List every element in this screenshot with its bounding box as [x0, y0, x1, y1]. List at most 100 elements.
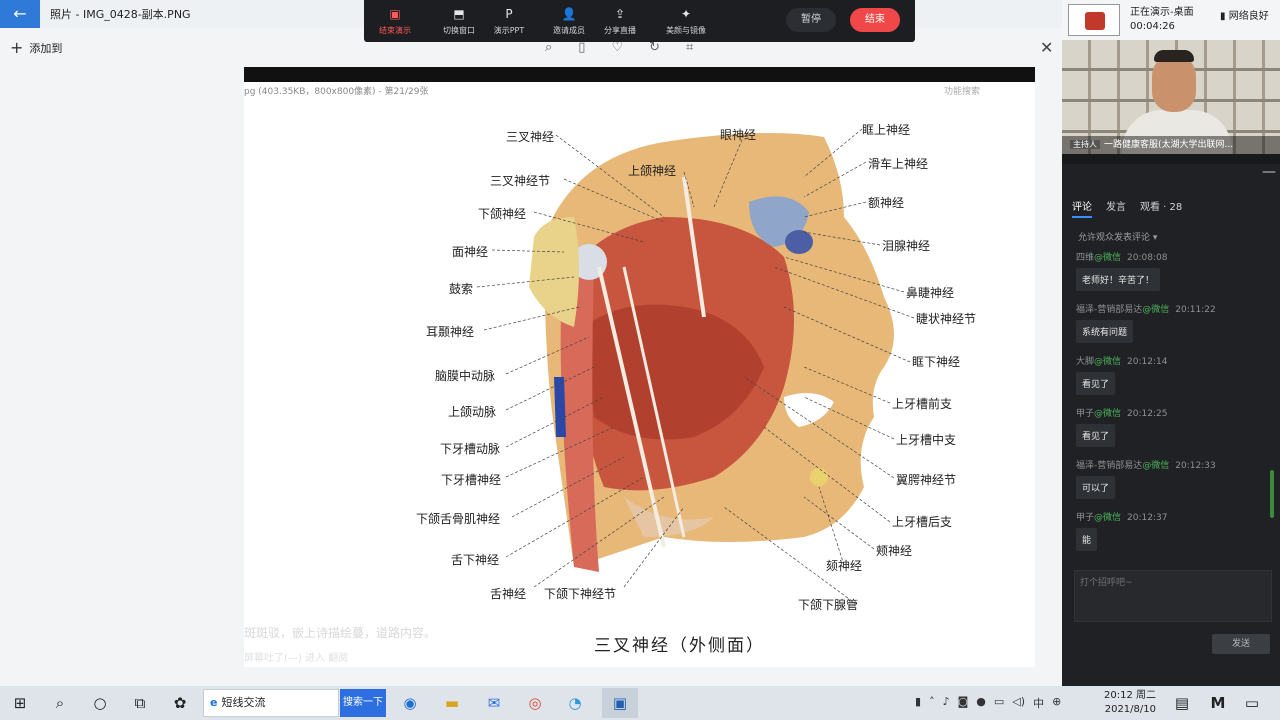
- end-demo-button[interactable]: ▣ 结束演示: [365, 6, 425, 36]
- folder-icon[interactable]: ▬: [440, 691, 464, 715]
- desktop: ← 照片 - IMG_0428-副本.PNG + 添加到 ⌕ ▯ ♡ ↻ ⌗ ✕…: [0, 0, 1280, 720]
- comment-author: 四维: [1076, 253, 1095, 263]
- demo-status-bar: 正在演示-桌面 00:04:26 ▮ 网络良好: [1062, 0, 1280, 40]
- host-name: 一路健康客服(太湖大学出联网...: [1104, 140, 1234, 150]
- chevron-up-icon[interactable]: ˄: [929, 695, 935, 711]
- search-icon[interactable]: ⌕: [48, 691, 72, 715]
- label-mandibular-nerve: 下颌神经: [478, 207, 527, 221]
- tab-comments[interactable]: 评论: [1072, 198, 1092, 218]
- app-tray-icon[interactable]: ●: [976, 695, 986, 711]
- ime-icon[interactable]: M: [1206, 691, 1230, 715]
- comment-channel: @微信: [1094, 357, 1122, 367]
- comment-scrollbar[interactable]: [1270, 470, 1274, 518]
- label-inferior-alveolar-nerve: 下牙槽神经: [441, 473, 502, 487]
- comment-channel: @微信: [1094, 513, 1122, 523]
- ie-icon: e: [210, 696, 218, 709]
- chrome-icon[interactable]: ◎: [523, 691, 547, 715]
- comment-meta: 甲子@微信 20:12:25: [1076, 406, 1272, 420]
- back-button[interactable]: ←: [0, 0, 40, 28]
- share-live-label: 分享直播: [604, 26, 636, 35]
- label-buccal-nerve: 颊神经: [876, 544, 913, 558]
- photos-window-title: 照片 - IMG_0428-副本.PNG: [50, 8, 191, 21]
- network-label: 网络良好: [1228, 11, 1269, 22]
- presenter-toolbar: ▣ 结束演示 ⬒ 切换窗口 P 演示PPT 👤 邀请成员 ⇪ 分享直播 ✦ 美颜…: [364, 0, 915, 42]
- battery-icon[interactable]: ▮: [915, 695, 921, 711]
- taskbar-search-button[interactable]: 搜索一下: [340, 689, 386, 717]
- label-lingual-nerve: 舌神经: [490, 587, 527, 601]
- zoom-icon[interactable]: ⌕: [545, 40, 552, 55]
- send-button[interactable]: 发送: [1212, 634, 1270, 654]
- crop-icon[interactable]: ⌗: [686, 40, 693, 55]
- screen-thumbnail[interactable]: [1068, 4, 1120, 36]
- tab-speak[interactable]: 发言: [1106, 198, 1126, 218]
- windows-start-icon[interactable]: ⊞: [8, 691, 32, 715]
- presenter-head: [1152, 54, 1196, 112]
- heart-icon[interactable]: ♡: [611, 40, 623, 55]
- invite-members-label: 邀请成员: [553, 26, 585, 35]
- comment-item: 甲子@微信 20:12:37 能: [1076, 510, 1272, 562]
- label-trigeminal-nerve: 三叉神经: [506, 130, 555, 144]
- present-ppt-label: 演示PPT: [493, 26, 525, 35]
- demo-status-text: 正在演示-桌面 00:04:26: [1130, 6, 1194, 34]
- minimize-icon[interactable]: —: [1262, 164, 1276, 180]
- comment-meta: 福泽-营销部易达@微信 20:12:33: [1076, 458, 1272, 472]
- presenter-hair: [1154, 50, 1194, 62]
- comment-text: 能: [1076, 528, 1098, 551]
- comment-input[interactable]: 打个招呼吧~: [1074, 570, 1272, 622]
- network-status: ▮ 网络良好: [1220, 7, 1269, 22]
- rotate-icon[interactable]: ↻: [649, 40, 660, 55]
- mic-icon[interactable]: ♪: [943, 695, 950, 711]
- display-icon[interactable]: ▭: [994, 695, 1004, 711]
- share-icon: ⇪: [614, 7, 626, 21]
- present-ppt-button[interactable]: P 演示PPT: [479, 6, 539, 36]
- taskbar-search-text: 短线交流: [221, 696, 266, 709]
- taskbar: ⊞ ⌕ ○ ⧉ ✿ e 短线交流 搜索一下 ◉ ▬ ✉ ◎ ◔ ▣ ▮ ˄ ♪ ◙…: [0, 686, 1280, 720]
- label-mylohyoid-nerve: 下颌舌骨肌神经: [416, 512, 501, 526]
- notes-icon[interactable]: ▤: [1170, 691, 1194, 715]
- allow-comments-dropdown[interactable]: 允许观众发表评论 ▾: [1078, 230, 1157, 243]
- clock-date: 2021/8/10: [1104, 704, 1156, 715]
- notification-icon[interactable]: ▭: [1240, 691, 1264, 715]
- label-ciliary-ganglion: 睫状神经节: [916, 312, 977, 326]
- comment-item: 大脚@微信 20:12:14 看见了: [1076, 354, 1272, 406]
- photo-close-icon[interactable]: ✕: [1040, 38, 1053, 57]
- label-infraorbital-nerve: 眶下神经: [912, 355, 961, 369]
- app-logo-icon[interactable]: ✿: [168, 691, 192, 715]
- cortana-icon[interactable]: ○: [88, 691, 112, 715]
- taskbar-clock[interactable]: 20:12 周二 2021/8/10: [1104, 689, 1156, 717]
- comment-time: 20:12:25: [1127, 409, 1168, 419]
- plus-icon: +: [10, 38, 24, 57]
- label-pterygopalatine-ganglion: 翼腭神经节: [896, 473, 957, 487]
- shared-image: pg (403.35KB，800x800像素) - 第21/29张 功能搜索 三…: [244, 67, 1035, 667]
- label-chorda-tympani: 鼓索: [449, 282, 474, 296]
- delete-icon[interactable]: ▯: [578, 40, 585, 55]
- label-anterior-superior-alveolar: 上牙槽前支: [892, 397, 953, 411]
- pause-button[interactable]: 暂停: [786, 8, 836, 32]
- demo-elapsed-time: 00:04:26: [1130, 21, 1175, 32]
- label-ophthalmic-nerve: 眼神经: [720, 128, 757, 142]
- security-icon[interactable]: ⊕: [1052, 695, 1061, 711]
- finish-button[interactable]: 结束: [850, 8, 900, 32]
- taskbar-search-input[interactable]: e 短线交流: [203, 689, 339, 717]
- add-to-label: 添加到: [29, 42, 63, 55]
- comment-item: 甲子@微信 20:12:25 看见了: [1076, 406, 1272, 458]
- beauty-mirror-button[interactable]: ✦ 美颜与镜像: [656, 6, 716, 36]
- edge-icon[interactable]: ◉: [398, 691, 422, 715]
- camera-icon[interactable]: ◙: [958, 695, 969, 711]
- label-middle-superior-alveolar: 上牙槽中支: [896, 433, 957, 447]
- chat-app-icon[interactable]: ◔: [563, 691, 587, 715]
- comment-channel: @微信: [1094, 409, 1122, 419]
- tab-viewers[interactable]: 观看 · 28: [1140, 198, 1182, 218]
- photo-toolbar: ⌕ ▯ ♡ ↻ ⌗: [545, 40, 693, 55]
- input-method[interactable]: 中: [1033, 695, 1044, 711]
- mail-icon[interactable]: ✉: [482, 691, 506, 715]
- task-view-icon[interactable]: ⧉: [128, 691, 152, 715]
- system-tray: ▮ ˄ ♪ ◙ ● ▭ ◁) 中 ⊕: [915, 695, 1061, 711]
- volume-icon[interactable]: ◁): [1012, 695, 1025, 711]
- share-live-button[interactable]: ⇪ 分享直播: [590, 6, 650, 36]
- panel-tabs: 评论 发言 观看 · 28: [1072, 198, 1182, 218]
- add-to-button[interactable]: + 添加到: [10, 40, 62, 56]
- comment-author: 福泽-营销部易达: [1076, 305, 1143, 315]
- photos-icon[interactable]: ▣: [608, 691, 632, 715]
- label-posterior-superior-alveolar: 上牙槽后支: [892, 515, 953, 529]
